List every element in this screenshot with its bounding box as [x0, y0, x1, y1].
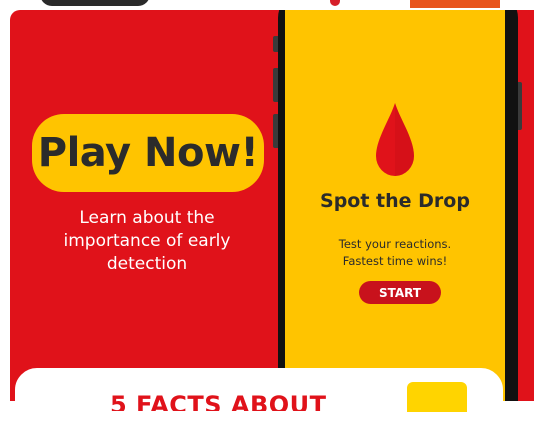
facts-banner-badge: [407, 382, 467, 412]
start-button[interactable]: START: [359, 281, 441, 304]
top-decoration: [40, 0, 150, 6]
promo-card[interactable]: Play Now! Learn about the importance of …: [10, 10, 534, 401]
top-decoration-orange: [410, 0, 500, 8]
top-decoration-red: [330, 0, 340, 6]
phone-side-button: [518, 82, 522, 130]
facts-headline: 5 FACTS ABOUT: [110, 391, 327, 411]
top-strip: [0, 0, 534, 10]
play-now-label: Play Now!: [37, 130, 259, 176]
blood-drop-icon: [376, 103, 414, 176]
game-description-line: Test your reactions.: [338, 237, 452, 251]
game-description-line: Fastest time wins!: [342, 254, 448, 268]
game-description: Test your reactions. Fastest time wins!: [285, 236, 505, 270]
game-title: Spot the Drop: [320, 190, 470, 212]
game-screen: Spot the Drop Test your reactions. Faste…: [285, 10, 505, 401]
phone-mockup: Spot the Drop Test your reactions. Faste…: [278, 10, 518, 401]
play-now-button[interactable]: Play Now!: [32, 114, 264, 192]
promo-subtitle: Learn about the importance of early dete…: [63, 208, 231, 274]
